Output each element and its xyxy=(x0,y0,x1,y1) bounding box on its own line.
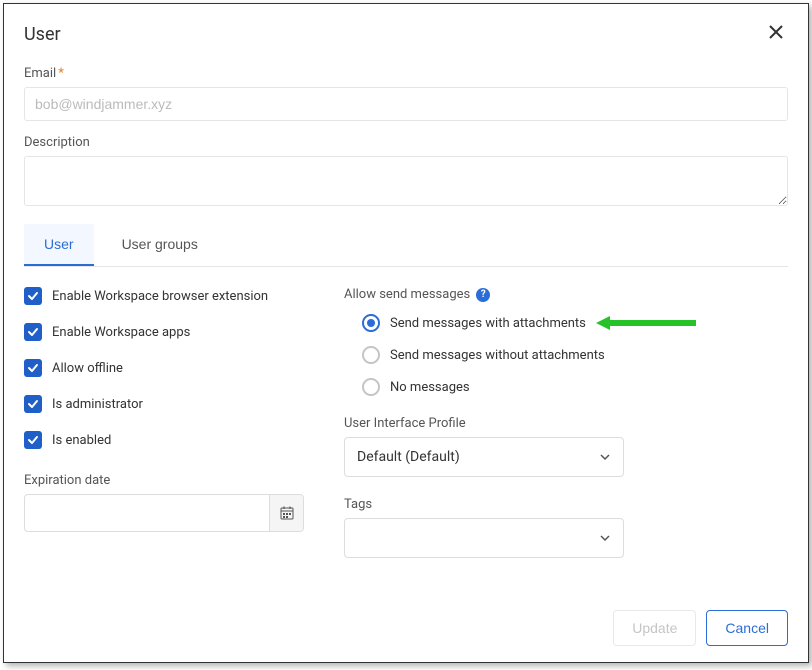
right-column: Allow send messages ? Send messages with… xyxy=(344,287,788,572)
ui-profile-field-group: User Interface Profile Default (Default) xyxy=(344,416,788,477)
checkbox-enabled[interactable] xyxy=(24,431,42,449)
description-label: Description xyxy=(24,135,788,150)
radio-with-attachments[interactable] xyxy=(362,314,380,332)
description-field-group: Description xyxy=(24,135,788,210)
required-indicator: * xyxy=(58,66,64,81)
left-column: Enable Workspace browser extension Enabl… xyxy=(24,287,324,572)
checkbox-row-offline: Allow offline xyxy=(24,359,324,377)
checkbox-label-enabled: Is enabled xyxy=(52,433,111,448)
checkbox-label-admin: Is administrator xyxy=(52,397,143,412)
dialog-body: Email* Description User User groups Enab… xyxy=(4,56,808,594)
chevron-down-icon xyxy=(599,532,611,544)
radio-label-with-attachments: Send messages with attachments xyxy=(390,316,586,331)
radio-no-messages[interactable] xyxy=(362,378,380,396)
expiration-field-group: Expiration date xyxy=(24,473,324,532)
ui-profile-select[interactable]: Default (Default) xyxy=(344,437,624,477)
checkmark-icon xyxy=(27,362,39,374)
checkbox-label-offline: Allow offline xyxy=(52,361,123,376)
calendar-icon xyxy=(279,505,295,521)
radio-row-with-attachments: Send messages with attachments xyxy=(344,314,788,332)
tabs: User User groups xyxy=(24,224,788,267)
dialog-footer: Update Cancel xyxy=(4,594,808,662)
dialog-title: User xyxy=(24,24,61,45)
checkbox-admin[interactable] xyxy=(24,395,42,413)
tags-select-wrap xyxy=(344,518,624,558)
expiration-input-wrap xyxy=(24,494,304,532)
dialog-header: User xyxy=(4,4,808,56)
close-button[interactable] xyxy=(764,20,788,48)
ui-profile-select-wrap: Default (Default) xyxy=(344,437,624,477)
tab-content: Enable Workspace browser extension Enabl… xyxy=(24,287,788,572)
ui-profile-label: User Interface Profile xyxy=(344,416,788,431)
chevron-down-icon xyxy=(599,451,611,463)
user-dialog: User Email* Description User User groups xyxy=(3,3,809,663)
checkbox-row-apps: Enable Workspace apps xyxy=(24,323,324,341)
checkbox-row-enabled: Is enabled xyxy=(24,431,324,449)
email-input[interactable] xyxy=(24,87,788,121)
checkbox-offline[interactable] xyxy=(24,359,42,377)
checkbox-apps[interactable] xyxy=(24,323,42,341)
tab-user[interactable]: User xyxy=(24,224,94,266)
radio-row-no-messages: No messages xyxy=(344,378,788,396)
radio-without-attachments[interactable] xyxy=(362,346,380,364)
tab-user-groups[interactable]: User groups xyxy=(102,224,218,266)
send-messages-label: Allow send messages ? xyxy=(344,287,788,302)
checkmark-icon xyxy=(27,434,39,446)
help-icon[interactable]: ? xyxy=(476,288,490,302)
radio-row-without-attachments: Send messages without attachments xyxy=(344,346,788,364)
update-button[interactable]: Update xyxy=(613,610,696,646)
email-label: Email* xyxy=(24,66,788,81)
tags-field-group: Tags xyxy=(344,497,788,558)
checkbox-browser-ext[interactable] xyxy=(24,287,42,305)
tags-select[interactable] xyxy=(344,518,624,558)
radio-label-no-messages: No messages xyxy=(390,380,470,395)
checkbox-label-apps: Enable Workspace apps xyxy=(52,325,190,340)
annotation-arrow xyxy=(596,315,696,331)
checkbox-row-admin: Is administrator xyxy=(24,395,324,413)
checkmark-icon xyxy=(27,326,39,338)
close-icon xyxy=(768,24,784,40)
tags-label: Tags xyxy=(344,497,788,512)
checkbox-row-browser-ext: Enable Workspace browser extension xyxy=(24,287,324,305)
calendar-button[interactable] xyxy=(269,495,303,531)
checkmark-icon xyxy=(27,290,39,302)
description-textarea[interactable] xyxy=(24,156,788,206)
expiration-label: Expiration date xyxy=(24,473,324,488)
checkbox-label-browser-ext: Enable Workspace browser extension xyxy=(52,289,268,304)
expiration-input[interactable] xyxy=(24,494,304,532)
radio-label-without-attachments: Send messages without attachments xyxy=(390,348,605,363)
checkmark-icon xyxy=(27,398,39,410)
email-field-group: Email* xyxy=(24,66,788,121)
cancel-button[interactable]: Cancel xyxy=(706,610,788,646)
